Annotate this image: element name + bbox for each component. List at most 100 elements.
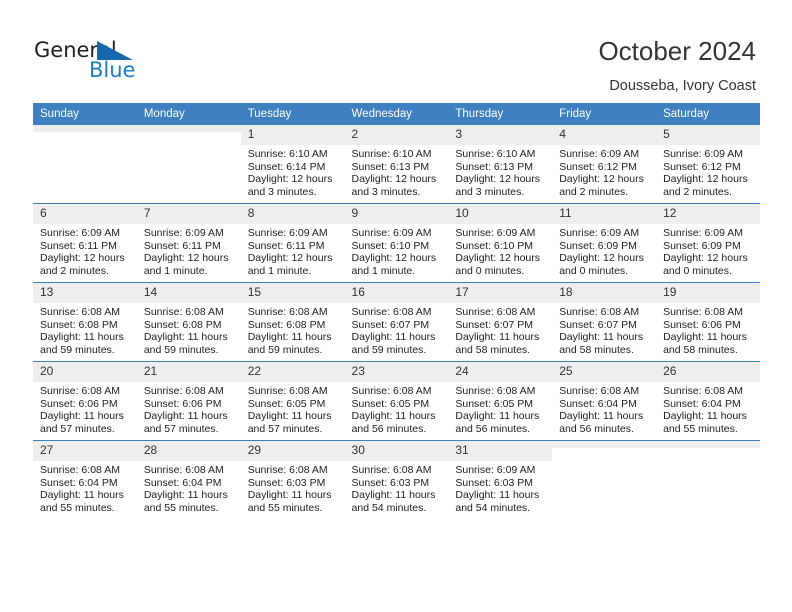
- day-sun-info: Sunrise: 6:10 AM Sunset: 6:13 PM Daylight:…: [448, 145, 552, 198]
- daylight-text-line1: Daylight: 11 hours: [40, 331, 124, 344]
- sunrise-text: Sunrise: 6:08 AM: [247, 464, 328, 476]
- daylight-text-line2: and 57 minutes.: [247, 422, 323, 435]
- day-sun-info: Sunrise: 6:08 AM Sunset: 6:04 PM Daylight:…: [552, 382, 656, 435]
- calendar-day-cell[interactable]: 18 Sunrise: 6:08 AM Sunset: 6:07 PM Dayligh…: [552, 282, 657, 362]
- calendar-day-cell[interactable]: 3 Sunrise: 6:10 AM Sunset: 6:13 PM Daylight…: [448, 125, 553, 204]
- daylight-text-line2: and 55 minutes.: [247, 501, 323, 514]
- daylight-text-line2: and 0 minutes.: [559, 264, 629, 277]
- calendar-day-cell[interactable]: 7 Sunrise: 6:09 AM Sunset: 6:11 PM Daylight…: [136, 203, 241, 283]
- sunrise-text: Sunrise: 6:08 AM: [663, 306, 744, 318]
- daylight-text-line1: Daylight: 11 hours: [663, 331, 747, 344]
- daylight-text-line2: and 2 minutes.: [40, 264, 109, 277]
- sunset-text: Sunset: 6:12 PM: [663, 160, 741, 173]
- day-number: 26: [656, 362, 760, 382]
- daylight-text-line1: Daylight: 11 hours: [351, 331, 436, 344]
- calendar-day-cell[interactable]: 19 Sunrise: 6:08 AM Sunset: 6:06 PM Dayligh…: [656, 282, 760, 362]
- sunrise-text: Sunrise: 6:08 AM: [455, 306, 536, 318]
- calendar-day-cell[interactable]: 25 Sunrise: 6:08 AM Sunset: 6:04 PM Dayligh…: [552, 361, 657, 441]
- weekday-header-tuesday: Tuesday: [240, 103, 345, 125]
- daylight-text-line1: Daylight: 11 hours: [143, 410, 228, 423]
- daylight-text-line2: and 2 minutes.: [663, 185, 732, 198]
- daylight-text-line2: and 2 minutes.: [559, 185, 629, 198]
- day-number: 30: [344, 441, 449, 461]
- sunset-text: Sunset: 6:04 PM: [559, 397, 637, 410]
- daylight-text-line2: and 54 minutes.: [351, 501, 427, 514]
- calendar-week-row: 1 Sunrise: 6:10 AM Sunset: 6:14 PM Daylight…: [33, 125, 760, 204]
- sunset-text: Sunset: 6:03 PM: [247, 476, 326, 489]
- sunset-text: Sunset: 6:04 PM: [143, 476, 222, 489]
- sunrise-text: Sunrise: 6:08 AM: [559, 385, 640, 397]
- day-sun-info: Sunrise: 6:08 AM Sunset: 6:07 PM Daylight:…: [345, 303, 449, 356]
- sunrise-text: Sunrise: 6:08 AM: [40, 306, 120, 318]
- daylight-text-line2: and 3 minutes.: [351, 185, 421, 198]
- day-number: 10: [448, 204, 553, 224]
- sunrise-text: Sunrise: 6:08 AM: [351, 306, 432, 318]
- calendar-day-cell[interactable]: 10 Sunrise: 6:09 AM Sunset: 6:10 PM Dayligh…: [448, 203, 553, 283]
- day-number: 11: [552, 204, 657, 224]
- calendar-day-cell[interactable]: 23 Sunrise: 6:08 AM Sunset: 6:05 PM Dayligh…: [344, 361, 449, 441]
- sunrise-text: Sunrise: 6:09 AM: [247, 227, 328, 239]
- calendar-day-cell[interactable]: 13 Sunrise: 6:08 AM Sunset: 6:08 PM Dayligh…: [33, 282, 137, 362]
- calendar-day-cell[interactable]: 5 Sunrise: 6:09 AM Sunset: 6:12 PM Daylight…: [656, 125, 760, 204]
- daylight-text-line1: Daylight: 12 hours: [247, 252, 333, 265]
- calendar-table: Sunday Monday Tuesday Wednesday Thursday…: [33, 103, 760, 519]
- day-number: [552, 441, 657, 448]
- daylight-text-line2: and 57 minutes.: [143, 422, 219, 435]
- daylight-text-line1: Daylight: 11 hours: [455, 331, 540, 344]
- calendar-day-cell[interactable]: 30 Sunrise: 6:08 AM Sunset: 6:03 PM Dayligh…: [344, 440, 449, 519]
- calendar-day-cell[interactable]: 31 Sunrise: 6:09 AM Sunset: 6:03 PM Dayligh…: [448, 440, 553, 519]
- sunset-text: Sunset: 6:10 PM: [351, 239, 430, 252]
- sunset-text: Sunset: 6:07 PM: [351, 318, 430, 331]
- calendar-week-row: 27 Sunrise: 6:08 AM Sunset: 6:04 PM Dayligh…: [33, 440, 760, 519]
- day-sun-info: Sunrise: 6:08 AM Sunset: 6:07 PM Daylight:…: [448, 303, 552, 356]
- sunset-text: Sunset: 6:06 PM: [40, 397, 118, 410]
- calendar-day-cell[interactable]: 11 Sunrise: 6:09 AM Sunset: 6:09 PM Dayligh…: [552, 203, 657, 283]
- calendar-day-cell[interactable]: 20 Sunrise: 6:08 AM Sunset: 6:06 PM Dayligh…: [33, 361, 137, 441]
- calendar-day-cell[interactable]: 21 Sunrise: 6:08 AM Sunset: 6:06 PM Dayligh…: [136, 361, 241, 441]
- day-number: 18: [552, 283, 657, 303]
- calendar-day-cell[interactable]: 28 Sunrise: 6:08 AM Sunset: 6:04 PM Dayligh…: [136, 440, 241, 519]
- sunrise-text: Sunrise: 6:08 AM: [143, 306, 224, 318]
- calendar-day-cell[interactable]: 1 Sunrise: 6:10 AM Sunset: 6:14 PM Daylight…: [240, 125, 345, 204]
- sunrise-text: Sunrise: 6:08 AM: [663, 385, 744, 397]
- calendar-day-cell[interactable]: 6 Sunrise: 6:09 AM Sunset: 6:11 PM Daylight…: [33, 203, 137, 283]
- logo-text-blue: Blue: [89, 58, 136, 82]
- day-number: 24: [448, 362, 553, 382]
- day-number: 4: [552, 125, 657, 145]
- calendar-day-cell[interactable]: 27 Sunrise: 6:08 AM Sunset: 6:04 PM Dayligh…: [33, 440, 137, 519]
- daylight-text-line1: Daylight: 12 hours: [455, 173, 541, 186]
- sunset-text: Sunset: 6:04 PM: [663, 397, 741, 410]
- calendar-day-cell[interactable]: 2 Sunrise: 6:10 AM Sunset: 6:13 PM Daylight…: [344, 125, 449, 204]
- calendar-day-cell[interactable]: 12 Sunrise: 6:09 AM Sunset: 6:09 PM Dayligh…: [656, 203, 760, 283]
- day-number: 20: [33, 362, 137, 382]
- calendar-day-cell[interactable]: 17 Sunrise: 6:08 AM Sunset: 6:07 PM Dayligh…: [448, 282, 553, 362]
- sunrise-text: Sunrise: 6:09 AM: [40, 227, 120, 239]
- calendar-page: General Blue October 2024 Dousseba, Ivor…: [0, 0, 792, 612]
- day-number: 5: [656, 125, 760, 145]
- day-sun-info: Sunrise: 6:08 AM Sunset: 6:06 PM Daylight:…: [137, 382, 241, 435]
- calendar-day-cell[interactable]: 9 Sunrise: 6:09 AM Sunset: 6:10 PM Daylight…: [344, 203, 449, 283]
- day-sun-info: Sunrise: 6:09 AM Sunset: 6:12 PM Daylight:…: [656, 145, 760, 198]
- day-sun-info: Sunrise: 6:08 AM Sunset: 6:04 PM Daylight:…: [656, 382, 760, 435]
- day-number: 3: [448, 125, 553, 145]
- day-number: 22: [240, 362, 345, 382]
- calendar-day-cell[interactable]: 22 Sunrise: 6:08 AM Sunset: 6:05 PM Dayligh…: [240, 361, 345, 441]
- daylight-text-line1: Daylight: 11 hours: [247, 410, 332, 423]
- day-number: 29: [240, 441, 345, 461]
- general-blue-logo[interactable]: General Blue: [34, 38, 164, 84]
- day-number: 9: [344, 204, 449, 224]
- daylight-text-line2: and 58 minutes.: [455, 343, 531, 356]
- sunrise-text: Sunrise: 6:08 AM: [351, 385, 432, 397]
- calendar-day-cell[interactable]: 8 Sunrise: 6:09 AM Sunset: 6:11 PM Daylight…: [240, 203, 345, 283]
- calendar-day-cell[interactable]: 14 Sunrise: 6:08 AM Sunset: 6:08 PM Dayligh…: [136, 282, 241, 362]
- calendar-day-cell[interactable]: 29 Sunrise: 6:08 AM Sunset: 6:03 PM Dayligh…: [240, 440, 345, 519]
- calendar-day-cell[interactable]: 26 Sunrise: 6:08 AM Sunset: 6:04 PM Dayligh…: [656, 361, 760, 441]
- calendar-day-cell-empty: [552, 440, 657, 519]
- page-title: October 2024: [598, 36, 756, 66]
- calendar-day-cell[interactable]: 4 Sunrise: 6:09 AM Sunset: 6:12 PM Daylight…: [552, 125, 657, 204]
- calendar-day-cell[interactable]: 16 Sunrise: 6:08 AM Sunset: 6:07 PM Dayligh…: [344, 282, 449, 362]
- daylight-text-line1: Daylight: 11 hours: [40, 489, 124, 502]
- sunset-text: Sunset: 6:05 PM: [247, 397, 326, 410]
- calendar-day-cell[interactable]: 24 Sunrise: 6:08 AM Sunset: 6:05 PM Dayligh…: [448, 361, 553, 441]
- calendar-day-cell[interactable]: 15 Sunrise: 6:08 AM Sunset: 6:08 PM Dayligh…: [240, 282, 345, 362]
